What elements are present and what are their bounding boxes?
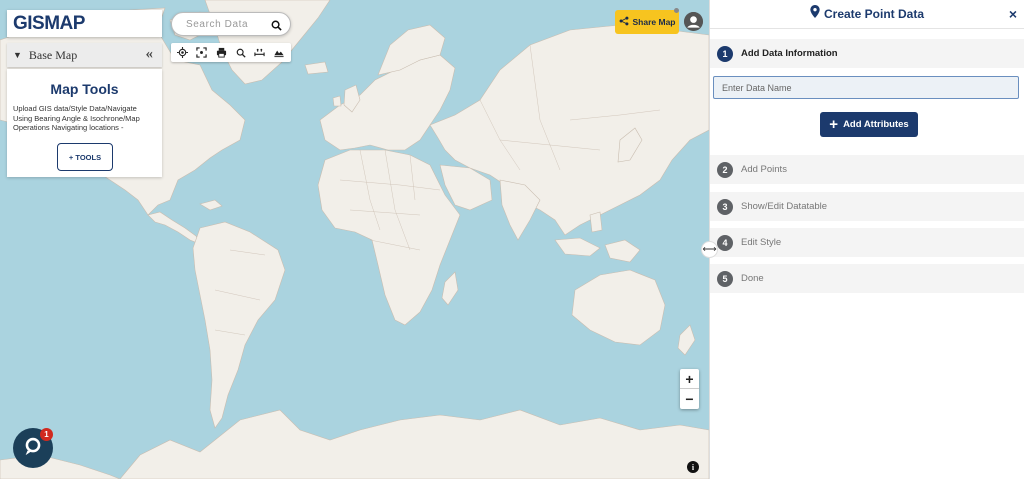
- map-tools-title: Map Tools: [50, 81, 119, 97]
- search-box: [171, 12, 291, 36]
- gismap-logo[interactable]: GISMAP: [7, 10, 162, 37]
- step-label: Done: [741, 273, 764, 284]
- step-number: 3: [717, 198, 733, 215]
- map-tools-card: Map Tools Upload GIS data/Style Data/Nav…: [7, 69, 162, 177]
- basemap-label: Base Map: [28, 47, 78, 62]
- step-add-data-information[interactable]: 1 Add Data Information: [710, 39, 1024, 68]
- zoom-search-icon[interactable]: [233, 45, 249, 61]
- close-icon[interactable]: ×: [1009, 6, 1017, 22]
- panel-title: Create Point Data: [823, 7, 925, 21]
- add-attributes-button[interactable]: + Add Attributes: [820, 112, 918, 137]
- app-root: GISMAP ▼ Base Map « Map Tools Upload GIS…: [0, 0, 1024, 479]
- collapse-panel-icon[interactable]: «: [146, 46, 154, 63]
- plus-icon: +: [829, 116, 839, 133]
- resize-arrows-icon: ⟷: [702, 244, 717, 255]
- tools-button[interactable]: + TOOLS: [57, 143, 113, 171]
- layers-icon[interactable]: [271, 45, 287, 61]
- zoom-in-button[interactable]: +: [680, 369, 699, 389]
- share-icon: [619, 16, 629, 28]
- share-map-label: Share Map: [632, 17, 676, 27]
- create-point-data-panel: Create Point Data × 1 Add Data Informati…: [709, 0, 1024, 479]
- step-label: Show/Edit Datatable: [741, 201, 828, 212]
- panel-resize-handle[interactable]: ⟷: [701, 241, 718, 258]
- step-number: 4: [717, 234, 733, 251]
- step-number: 1: [717, 45, 733, 62]
- print-icon[interactable]: [213, 45, 229, 61]
- search-input[interactable]: [186, 18, 272, 30]
- step-show-edit-datatable[interactable]: 3 Show/Edit Datatable: [710, 192, 1024, 221]
- map-pin-icon: [810, 5, 820, 23]
- step-done[interactable]: 5 Done: [710, 264, 1024, 293]
- logo-text: GISMAP: [13, 12, 85, 34]
- notification-dot: [674, 8, 679, 13]
- step-add-points[interactable]: 2 Add Points: [710, 155, 1024, 184]
- caret-down-icon: ▼: [13, 50, 22, 60]
- fullscreen-icon[interactable]: [194, 45, 210, 61]
- map-toolbar: [171, 43, 291, 62]
- step-edit-style[interactable]: 4 Edit Style: [710, 228, 1024, 257]
- data-name-input[interactable]: [713, 76, 1019, 99]
- search-icon[interactable]: [271, 18, 282, 36]
- step-number: 5: [717, 270, 733, 287]
- share-map-button[interactable]: Share Map: [615, 10, 679, 34]
- step-label: Edit Style: [741, 237, 782, 248]
- map-tools-description: Upload GIS data/Style Data/Navigate Usin…: [13, 104, 140, 132]
- panel-header: Create Point Data ×: [710, 0, 1024, 29]
- locate-icon[interactable]: [175, 45, 191, 61]
- basemap-toggle[interactable]: ▼ Base Map «: [7, 43, 162, 67]
- measure-icon[interactable]: [252, 45, 268, 61]
- zoom-control: + −: [680, 369, 699, 409]
- user-avatar-icon[interactable]: [684, 12, 703, 31]
- map-canvas[interactable]: GISMAP ▼ Base Map « Map Tools Upload GIS…: [0, 0, 709, 479]
- info-icon[interactable]: i: [687, 461, 699, 473]
- step-number: 2: [717, 161, 733, 178]
- add-attributes-label: Add Attributes: [843, 119, 909, 130]
- step-label: Add Data Information: [741, 48, 838, 59]
- step-1-body: + Add Attributes: [710, 68, 1024, 153]
- chat-unread-badge: 1: [40, 428, 53, 441]
- zoom-out-button[interactable]: −: [680, 389, 699, 409]
- step-label: Add Points: [741, 164, 787, 175]
